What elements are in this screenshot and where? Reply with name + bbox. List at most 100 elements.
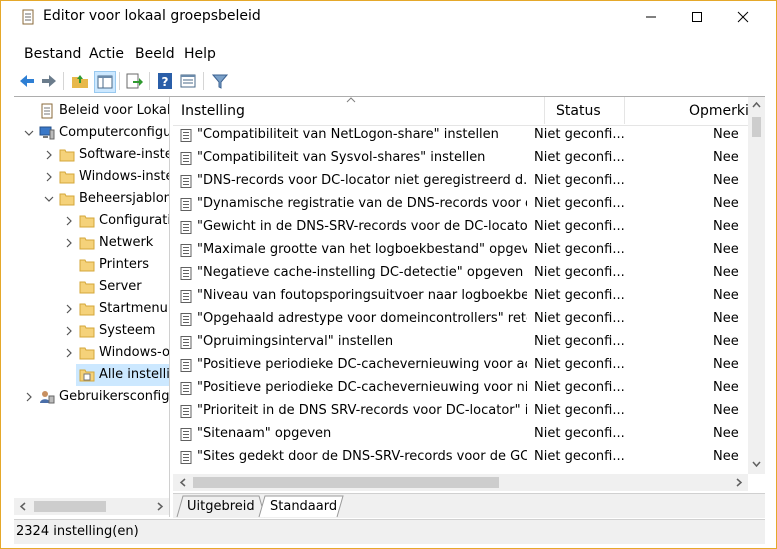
title-bar[interactable]: Editor voor lokaal groepsbeleid xyxy=(1,1,776,32)
minimize-button[interactable] xyxy=(628,1,674,32)
scroll-left-arrow-icon[interactable] xyxy=(19,502,27,511)
setting-status: Niet geconfi... xyxy=(534,242,624,257)
help-icon[interactable]: ? xyxy=(155,71,175,91)
menu-help[interactable]: Help xyxy=(184,46,216,62)
list-vscroll-thumb[interactable] xyxy=(752,117,761,137)
maximize-icon xyxy=(692,11,702,22)
menu-bestand[interactable]: Bestand xyxy=(24,46,81,62)
tab-standaard[interactable]: Standaard xyxy=(270,499,337,514)
list-header: Instelling Status Opmerkin xyxy=(173,97,758,126)
tree-item[interactable]: Windows-instel xyxy=(14,166,169,188)
tree-expanded-chevron-icon[interactable] xyxy=(44,192,54,206)
tree-item[interactable]: Printers xyxy=(14,254,169,276)
table-row[interactable]: "Dynamische registratie van de DNS-recor… xyxy=(173,193,748,216)
list-hscroll-thumb[interactable] xyxy=(193,477,499,488)
table-row[interactable]: "Compatibiliteit van NetLogon-share" ins… xyxy=(173,124,748,147)
table-row[interactable]: "Niveau van foutopsporingsuitvoer naar l… xyxy=(173,285,748,308)
forward-arrow-icon[interactable] xyxy=(39,71,59,91)
tree-item[interactable]: Alle instellin xyxy=(14,364,169,386)
setting-comment: Nee xyxy=(713,265,739,280)
tree-item-label: Windows-o xyxy=(99,345,170,360)
export-list-icon[interactable] xyxy=(124,71,144,91)
scroll-right-arrow-icon[interactable] xyxy=(156,502,164,511)
settings-page-icon xyxy=(79,367,95,383)
tree-item[interactable]: Systeem xyxy=(14,320,169,342)
tree-collapsed-chevron-icon[interactable] xyxy=(44,148,54,162)
setting-name: "Maximale grootte van het logboekbestand… xyxy=(197,242,527,257)
table-row[interactable]: "Positieve periodieke DC-cachevernieuwin… xyxy=(173,377,748,400)
table-row[interactable]: "Negatieve cache-instelling DC-detectie"… xyxy=(173,262,748,285)
setting-comment: Nee xyxy=(713,403,739,418)
up-folder-icon[interactable] xyxy=(70,71,90,91)
setting-document-icon xyxy=(180,175,192,188)
tree-item[interactable]: Windows-o xyxy=(14,342,169,364)
tree-item[interactable]: Startmenu e xyxy=(14,298,169,320)
tree-pane: Beleid voor Lokale co Computerconfigur Sof… xyxy=(14,97,170,517)
tree-item[interactable]: Software-instell xyxy=(14,144,169,166)
show-hide-tree-icon[interactable] xyxy=(94,71,116,93)
setting-name: "Positieve periodieke DC-cachevernieuwin… xyxy=(197,357,527,372)
table-row[interactable]: "Compatibiliteit van Sysvol-shares" inst… xyxy=(173,147,748,170)
tree-collapsed-chevron-icon[interactable] xyxy=(44,170,54,184)
tree-horizontal-scrollbar[interactable] xyxy=(14,498,169,515)
setting-status: Niet geconfi... xyxy=(534,150,624,165)
tree-scroll-thumb[interactable] xyxy=(34,501,106,512)
column-header-instelling[interactable]: Instelling xyxy=(181,103,245,119)
table-row[interactable]: "Prioriteit in de DNS SRV-records voor D… xyxy=(173,400,748,423)
tree-item[interactable]: Configuratie xyxy=(14,210,169,232)
back-arrow-icon[interactable] xyxy=(17,71,37,91)
toolbar: ? xyxy=(1,68,776,94)
setting-name: "Dynamische registratie van de DNS-recor… xyxy=(197,196,527,211)
menu-actie[interactable]: Actie xyxy=(89,46,124,62)
tree-collapsed-chevron-icon[interactable] xyxy=(64,214,74,228)
tree-collapsed-chevron-icon[interactable] xyxy=(64,236,74,250)
folder-icon xyxy=(79,345,95,361)
table-row[interactable]: "Opruimingsinterval" instellen Niet gecon… xyxy=(173,331,748,354)
scroll-up-arrow-icon[interactable] xyxy=(752,101,761,109)
tab-uitgebreid[interactable]: Uitgebreid xyxy=(187,499,255,514)
tree-item[interactable]: Beheersjablone xyxy=(14,188,169,210)
setting-name: "DNS-records voor DC-locator niet geregi… xyxy=(197,173,527,188)
scroll-left-arrow-icon[interactable] xyxy=(179,478,187,487)
setting-status: Niet geconfi... xyxy=(534,357,624,372)
scroll-right-arrow-icon[interactable] xyxy=(735,478,743,487)
tree-item-label: Beheersjablone xyxy=(79,191,170,206)
list-vertical-scrollbar[interactable] xyxy=(748,97,765,474)
setting-comment: Nee xyxy=(713,196,739,211)
list-horizontal-scrollbar[interactable] xyxy=(173,474,748,491)
tree-collapsed-chevron-icon[interactable] xyxy=(64,324,74,338)
toolbar-separator xyxy=(63,72,64,90)
table-row[interactable]: "DNS-records voor DC-locator niet geregi… xyxy=(173,170,748,193)
toolbar-separator xyxy=(203,72,204,90)
tree-item-label: Beleid voor Lokale co xyxy=(59,103,169,118)
tree-expanded-chevron-icon[interactable] xyxy=(24,126,34,140)
setting-document-icon xyxy=(180,267,192,280)
column-header-status[interactable]: Status xyxy=(556,103,601,119)
maximize-button[interactable] xyxy=(674,1,720,32)
tree-item[interactable]: Beleid voor Lokale co xyxy=(14,100,169,122)
filter-icon[interactable] xyxy=(210,71,230,91)
tree-collapsed-chevron-icon[interactable] xyxy=(64,346,74,360)
column-separator[interactable] xyxy=(624,97,625,124)
column-separator[interactable] xyxy=(544,97,545,124)
tree-collapsed-chevron-icon[interactable] xyxy=(24,390,34,404)
table-row[interactable]: "Maximale grootte van het logboekbestand… xyxy=(173,239,748,262)
table-row[interactable]: "Opgehaald adrestype voor domeincontroll… xyxy=(173,308,748,331)
scroll-down-arrow-icon[interactable] xyxy=(752,460,761,468)
tree-item[interactable]: Computerconfigur xyxy=(14,122,169,144)
tree-collapsed-chevron-icon[interactable] xyxy=(64,302,74,316)
table-row[interactable]: "Sitenaam" opgeven Niet geconfi... Nee xyxy=(173,423,748,446)
properties-view-icon[interactable] xyxy=(178,71,198,91)
tree-item[interactable]: Netwerk xyxy=(14,232,169,254)
menu-beeld[interactable]: Beeld xyxy=(135,46,175,62)
status-text: 2324 instelling(en) xyxy=(16,524,139,539)
minimize-icon xyxy=(646,16,656,17)
close-button[interactable] xyxy=(720,1,766,32)
setting-name: "Gewicht in de DNS-SRV-records voor de D… xyxy=(197,219,527,234)
tree-item[interactable]: Gebruikersconfigu xyxy=(14,386,169,408)
table-row[interactable]: "Positieve periodieke DC-cachevernieuwin… xyxy=(173,354,748,377)
svg-text:?: ? xyxy=(162,75,169,89)
table-row[interactable]: "Gewicht in de DNS-SRV-records voor de D… xyxy=(173,216,748,239)
table-row[interactable]: "Sites gedekt door de DNS-SRV-records vo… xyxy=(173,446,748,469)
tree-item[interactable]: Server xyxy=(14,276,169,298)
